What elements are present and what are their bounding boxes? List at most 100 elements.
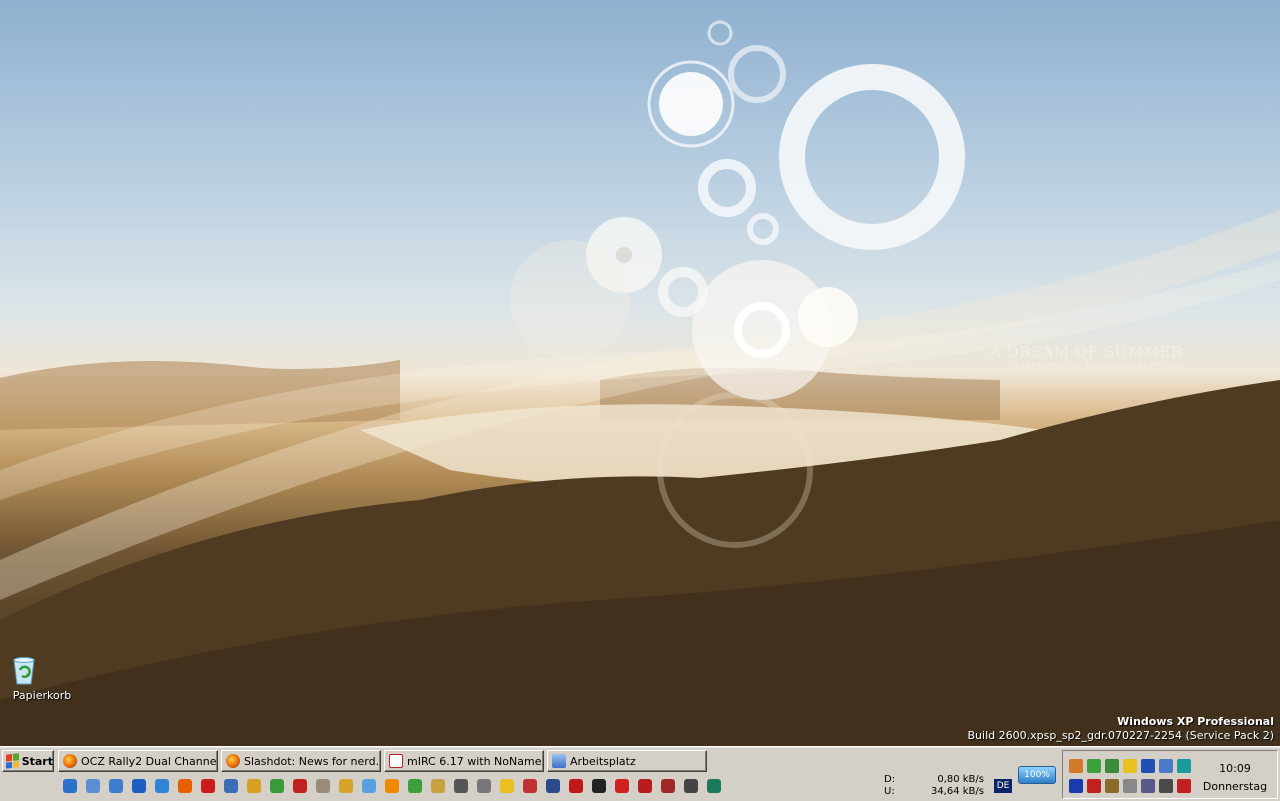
desktop: A DREAM OF SUMMER HAPPENING AT MOVING-IN… — [0, 0, 1280, 746]
quick-launch-ie[interactable] — [152, 776, 172, 796]
opera2-icon — [615, 779, 629, 793]
quick-launch-game[interactable] — [520, 776, 540, 796]
quick-launch-fc[interactable] — [129, 776, 149, 796]
quick-launch-rocket[interactable] — [658, 776, 678, 796]
ruler-icon — [339, 779, 353, 793]
os-watermark-build: Build 2600.xpsp_sp2_gdr.070227-2254 (Ser… — [967, 729, 1274, 742]
system-icon — [86, 779, 100, 793]
quick-launch-pen[interactable] — [428, 776, 448, 796]
battery-tray-icon[interactable] — [1105, 759, 1119, 773]
quick-launch-eye[interactable] — [681, 776, 701, 796]
n-icon — [707, 779, 721, 793]
quick-launch-pikachu[interactable] — [497, 776, 517, 796]
winamp-icon — [316, 779, 330, 793]
vlc-icon — [385, 779, 399, 793]
network-speed-meter: D: 0,80 kB/s U: 34,64 kB/s — [884, 774, 984, 798]
language-indicator[interactable]: DE — [994, 779, 1012, 793]
quick-launch-media[interactable] — [543, 776, 563, 796]
mirc-icon — [389, 754, 403, 768]
task-label: Arbeitsplatz — [570, 754, 636, 768]
firefox-icon — [178, 779, 192, 793]
quick-launch-winamp[interactable] — [313, 776, 333, 796]
upload-label: U: — [884, 786, 895, 797]
my-computer-icon — [552, 754, 566, 768]
pikachu-icon — [500, 779, 514, 793]
utorrent-tray-icon[interactable] — [1087, 759, 1101, 773]
taskbar-task-mirc[interactable]: mIRC 6.17 with NoName... — [384, 750, 544, 772]
pen-icon — [431, 779, 445, 793]
flag-tray-icon[interactable] — [1123, 759, 1137, 773]
quick-launch-terminal[interactable] — [589, 776, 609, 796]
quick-launch-ruler[interactable] — [336, 776, 356, 796]
firefox-icon — [226, 754, 240, 768]
quick-launch-network[interactable] — [106, 776, 126, 796]
quick-launch-thunderbird[interactable] — [221, 776, 241, 796]
quick-launch-itunes[interactable] — [359, 776, 379, 796]
user-icon[interactable] — [1069, 759, 1083, 773]
tray-icons — [1067, 757, 1193, 795]
taskbar-task-ocz[interactable]: OCZ Rally2 Dual Channel... — [58, 750, 218, 772]
firewall-icon[interactable] — [1087, 779, 1101, 793]
windows-flag-icon — [6, 753, 19, 769]
quick-launch-opera[interactable] — [198, 776, 218, 796]
monitor-icon[interactable] — [1159, 779, 1173, 793]
task-label: mIRC 6.17 with NoName... — [407, 754, 544, 768]
taskbar-task-slashdot[interactable]: Slashdot: News for nerd... — [221, 750, 381, 772]
quick-launch-firefox[interactable] — [175, 776, 195, 796]
quick-launch-opera2[interactable] — [612, 776, 632, 796]
quick-launch-vlc[interactable] — [382, 776, 402, 796]
taskbar-task-arbeitsplatz[interactable]: Arbeitsplatz — [547, 750, 707, 772]
quick-launch-factory[interactable] — [474, 776, 494, 796]
opera-icon — [201, 779, 215, 793]
quick-launch-messenger[interactable] — [267, 776, 287, 796]
sync-icon[interactable] — [1177, 759, 1191, 773]
network-disconnected-icon[interactable] — [1159, 759, 1173, 773]
messenger-icon — [270, 779, 284, 793]
recycle-bin-icon — [13, 656, 56, 686]
download-label: D: — [884, 774, 896, 785]
game-icon — [523, 779, 537, 793]
terminal-icon — [592, 779, 606, 793]
wifi-icon[interactable] — [1177, 779, 1191, 793]
handshake-icon — [247, 779, 261, 793]
clock[interactable]: 10:09 Donnerstag — [1201, 760, 1269, 796]
quick-launch-n[interactable] — [704, 776, 724, 796]
system-tray: 10:09 Donnerstag — [1062, 750, 1278, 799]
start-button[interactable]: Start — [2, 750, 54, 772]
media-icon — [546, 779, 560, 793]
wallpaper-art — [0, 20, 1280, 746]
desktop-icon-label: Papierkorb — [12, 689, 72, 702]
battery-indicator[interactable]: 100% — [1018, 766, 1056, 784]
download-speed: 0,80 kB/s — [937, 774, 984, 785]
antivirus-icon[interactable] — [1069, 779, 1083, 793]
os-watermark-edition: Windows XP Professional — [1117, 715, 1274, 728]
quick-launch-handshake[interactable] — [244, 776, 264, 796]
utorrent-icon — [408, 779, 422, 793]
ntlm-icon[interactable] — [1105, 779, 1119, 793]
ie-icon — [155, 779, 169, 793]
quick-launch-system[interactable] — [83, 776, 103, 796]
quick-launch-filezilla[interactable] — [635, 776, 655, 796]
quick-launch-bar — [60, 776, 724, 796]
quick-launch-mirc[interactable] — [290, 776, 310, 796]
factory-icon — [477, 779, 491, 793]
rocket-icon — [661, 779, 675, 793]
wallpaper-title: A DREAM OF SUMMER — [990, 343, 1183, 361]
disk-icon[interactable] — [1123, 779, 1137, 793]
quick-launch-pdf[interactable] — [566, 776, 586, 796]
firefox-icon — [63, 754, 77, 768]
fc-icon — [132, 779, 146, 793]
task-label: OCZ Rally2 Dual Channel... — [81, 754, 218, 768]
mirc-icon — [293, 779, 307, 793]
internet-explorer-icon — [63, 779, 77, 793]
wallpaper-subtitle: HAPPENING AT MOVING-INSECT.COM — [1012, 362, 1185, 371]
quick-launch-tw[interactable] — [451, 776, 471, 796]
thunderbird-icon — [224, 779, 238, 793]
quick-launch-utorrent[interactable] — [405, 776, 425, 796]
volume-icon[interactable] — [1141, 779, 1155, 793]
quick-launch-internet-explorer[interactable] — [60, 776, 80, 796]
eye-icon — [684, 779, 698, 793]
network-icon — [109, 779, 123, 793]
cpu-1-00-ghz-icon[interactable] — [1141, 759, 1155, 773]
desktop-icon-recycle-bin[interactable]: Papierkorb — [10, 656, 74, 702]
